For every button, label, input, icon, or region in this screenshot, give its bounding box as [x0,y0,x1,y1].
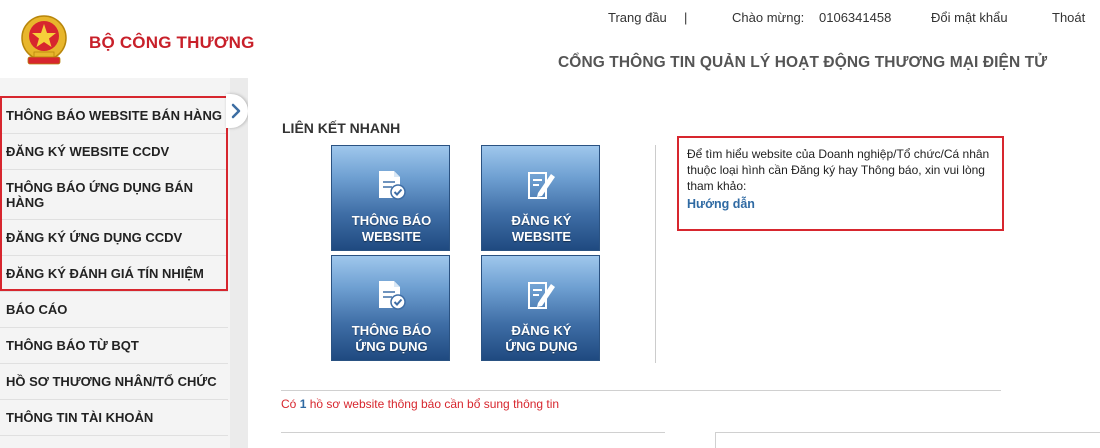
document-check-icon [379,281,406,310]
logout-link[interactable]: Thoát [1052,10,1085,25]
greeting-label: Chào mừng: [732,10,805,25]
sidebar-item-dang-ky-ung-dung[interactable]: ĐĂNG KÝ ỨNG DỤNG CCDV [0,220,228,256]
info-box: Để tìm hiểu website của Doanh nghiệp/Tổ … [677,136,1004,231]
sidebar-item-label: ĐĂNG KÝ WEBSITE CCDV [6,144,170,159]
notice-prefix: Có [281,397,297,411]
tile-label: THÔNG BÁO WEBSITE [332,213,451,245]
sidebar-item-thong-bao-ung-dung[interactable]: THÔNG BÁO ỨNG DỤNG BÁN HÀNG [0,170,228,220]
notice-suffix: hồ sơ website thông báo cần bổ sung thôn… [309,397,560,411]
notice-message[interactable]: Có 1 hồ sơ website thông báo cần bổ sung… [281,397,559,411]
sidebar-item-label: THÔNG BÁO WEBSITE BÁN HÀNG [6,108,222,123]
notice-count[interactable]: 1 [300,397,307,411]
sidebar-item-label: THÔNG BÁO ỨNG DỤNG BÁN HÀNG [6,179,194,210]
guide-link[interactable]: Hướng dẫn [687,196,994,212]
tile-label-line2: WEBSITE [511,229,572,244]
tile-label-line1: THÔNG BÁO [351,213,432,228]
sidebar-item-thong-bao-bqt[interactable]: THÔNG BÁO TỪ BQT [0,328,228,364]
tile-label-line1: ĐĂNG KÝ [511,213,572,228]
page: BỘ CÔNG THƯƠNG Trang đầu | Chào mừng: 01… [0,0,1100,448]
tile-thong-bao-website[interactable]: THÔNG BÁO WEBSITE [331,145,450,251]
document-edit-icon [528,282,555,309]
vertical-divider [655,145,656,363]
sidebar: THÔNG BÁO WEBSITE BÁN HÀNG ĐĂNG KÝ WEBSI… [0,78,230,448]
nav-separator: | [684,10,688,25]
tile-thong-bao-ung-dung[interactable]: THÔNG BÁO ỨNG DỤNG [331,255,450,361]
sidebar-item-thong-bao-website[interactable]: THÔNG BÁO WEBSITE BÁN HÀNG [0,98,228,134]
change-password-link[interactable]: Đổi mật khẩu [931,10,1008,25]
sidebar-item-label: ĐĂNG KÝ ỨNG DỤNG CCDV [6,230,183,245]
sidebar-item-label: THÔNG TIN TÀI KHOẢN [6,410,154,425]
quick-links-title: LIÊN KẾT NHANH [282,120,401,136]
tile-label-line2: ỨNG DỤNG [505,339,578,354]
sidebar-item-dang-ky-website[interactable]: ĐĂNG KÝ WEBSITE CCDV [0,134,228,170]
tile-dang-ky-website[interactable]: ĐĂNG KÝ WEBSITE [481,145,600,251]
tile-label: ĐĂNG KÝ ỨNG DỤNG [482,323,601,355]
document-check-icon [379,171,406,200]
tile-dang-ky-ung-dung[interactable]: ĐĂNG KÝ ỨNG DỤNG [481,255,600,361]
chevron-right-icon [231,103,241,119]
bottom-panel-right [715,432,1100,448]
home-link[interactable]: Trang đầu [608,10,667,25]
tile-label: THÔNG BÁO ỨNG DỤNG [332,323,451,355]
tile-label-line2: WEBSITE [361,229,422,244]
sidebar-item-tai-khoan[interactable]: THÔNG TIN TÀI KHOẢN [0,400,228,436]
portal-title: CỔNG THÔNG TIN QUẢN LÝ HOẠT ĐỘNG THƯƠNG … [558,54,1048,71]
header: BỘ CÔNG THƯƠNG Trang đầu | Chào mừng: 01… [0,0,1100,78]
tile-label-line1: THÔNG BÁO [351,323,432,338]
info-text: Để tìm hiểu website của Doanh nghiệp/Tổ … [687,147,990,193]
bottom-panel-left [281,432,665,448]
document-edit-icon [528,172,555,199]
tile-label-line2: ỨNG DỤNG [355,339,428,354]
username-label: 0106341458 [819,10,892,25]
org-name: BỘ CÔNG THƯƠNG [89,33,255,52]
tile-label: ĐĂNG KÝ WEBSITE [482,213,601,245]
sidebar-item-danh-gia-tin-nhiem[interactable]: ĐĂNG KÝ ĐÁNH GIÁ TÍN NHIỆM [0,256,228,292]
sidebar-item-label: HỒ SƠ THƯƠNG NHÂN/TỔ CHỨC [6,374,217,389]
horizontal-divider [281,390,1001,391]
top-navigation: Trang đầu | Chào mừng: 0106341458 Đổi mậ… [0,10,1100,28]
sidebar-item-ho-so[interactable]: HỒ SƠ THƯƠNG NHÂN/TỔ CHỨC [0,364,228,400]
sidebar-item-label: THÔNG BÁO TỪ BQT [6,338,139,353]
tile-label-line1: ĐĂNG KÝ [511,323,572,338]
sidebar-item-label: BÁO CÁO [6,302,68,317]
sidebar-item-label: ĐĂNG KÝ ĐÁNH GIÁ TÍN NHIỆM [6,266,204,281]
sidebar-item-bao-cao[interactable]: BÁO CÁO [0,292,228,328]
